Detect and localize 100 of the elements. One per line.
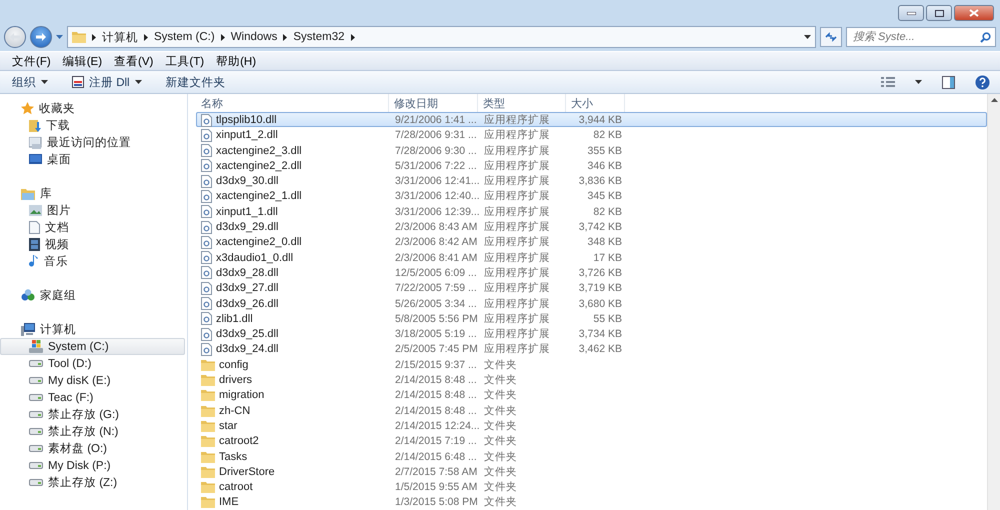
preview-pane-icon[interactable]: [942, 76, 955, 88]
breadcrumb[interactable]: Windows: [230, 31, 278, 43]
computer-icon: [21, 323, 35, 336]
file-row[interactable]: zlib1.dll 5/8/2005 5:56 PM 应用程序扩展 55 KB: [196, 310, 987, 326]
size-cell-text: 82 KB: [592, 129, 623, 142]
sidebar-item[interactable]: 库: [0, 185, 185, 202]
file-gear-icon: [201, 128, 212, 142]
size-cell-text: 355 KB: [586, 144, 623, 157]
caret-icon: [134, 80, 142, 84]
type-cell-text: 文件夹: [483, 464, 518, 479]
date-cell-text: 2/14/2015 8:48 ...: [394, 389, 478, 402]
file-row[interactable]: d3dx9_27.dll 7/22/2005 7:59 ... 应用程序扩展 3,719 KB: [196, 280, 987, 296]
file-row[interactable]: d3dx9_25.dll 3/18/2005 5:19 ... 应用程序扩展 3,734 KB: [196, 326, 987, 342]
file-row[interactable]: config 2/15/2015 9:37 ... 文件夹: [196, 356, 987, 372]
file-row[interactable]: d3dx9_28.dll 12/5/2005 6:09 ... 应用程序扩展 3,726 KB: [196, 264, 987, 280]
music-note-icon: [29, 255, 39, 268]
file-row[interactable]: xactengine2_2.dll 5/31/2006 7:22 ... 应用程序扩展 346 KB: [196, 158, 987, 174]
back-button[interactable]: [4, 26, 26, 48]
size-cell-text: 3,726 KB: [578, 266, 623, 279]
help-icon[interactable]: [975, 74, 990, 90]
sidebar-item[interactable]: 视频: [0, 236, 185, 253]
forward-button[interactable]: [30, 26, 52, 48]
address-bar[interactable]: 计算机 System (C:) Windows System32: [67, 26, 816, 48]
sidebar-item[interactable]: 禁止存放 (Z:): [0, 474, 185, 491]
sidebar-item[interactable]: 桌面: [0, 151, 185, 168]
file-row[interactable]: migration 2/14/2015 8:48 ... 文件夹: [196, 387, 987, 403]
sidebar-item[interactable]: 图片: [0, 202, 185, 219]
file-row[interactable]: xactengine2_1.dll 3/31/2006 12:40... 应用程序扩展 345 KB: [196, 188, 987, 204]
menu-item[interactable]: 查看(V): [108, 54, 160, 68]
homegroup-icon: [21, 289, 35, 302]
breadcrumb[interactable]: 计算机: [102, 30, 138, 44]
breadcrumb[interactable]: System (C:): [154, 31, 215, 43]
file-row[interactable]: zh-CN 2/14/2015 8:48 ... 文件夹: [196, 402, 987, 418]
close-button[interactable]: [954, 5, 994, 21]
file-row[interactable]: x3daudio1_0.dll 2/3/2006 8:41 AM 应用程序扩展 17 KB: [196, 250, 987, 265]
size-cell-text: 346 KB: [586, 160, 623, 172]
file-row[interactable]: star 2/14/2015 12:24... 文件夹: [196, 418, 987, 434]
file-row[interactable]: catroot2 2/14/2015 7:19 ... 文件夹: [196, 433, 987, 449]
file-name: xactengine2_2.dll: [216, 160, 302, 172]
file-name: d3dx9_26.dll: [216, 298, 278, 310]
sidebar-item[interactable]: 禁止存放 (N:): [0, 423, 185, 440]
search-icon: [980, 32, 991, 42]
sidebar-item[interactable]: 音乐: [0, 253, 185, 270]
sidebar-item[interactable]: My Disk (P:): [0, 457, 185, 474]
file-row[interactable]: d3dx9_30.dll 3/31/2006 12:41... 应用程序扩展 3,836 KB: [196, 173, 987, 188]
size-cell-text: 348 KB: [586, 236, 623, 248]
refresh-button[interactable]: [820, 27, 842, 47]
file-gear-icon: [201, 282, 212, 295]
type-cell-text: 文件夹: [483, 373, 518, 388]
maximize-button[interactable]: [926, 5, 952, 21]
sidebar-item[interactable]: 收藏夹: [0, 100, 185, 117]
view-list-icon[interactable]: [881, 76, 895, 88]
menu-item[interactable]: 文件(F): [6, 54, 57, 68]
sidebar-item[interactable]: Teac (F:): [0, 389, 185, 406]
file-row[interactable]: DriverStore 2/7/2015 7:58 AM 文件夹: [196, 464, 987, 480]
type-cell-text: 应用程序扩展: [483, 266, 551, 280]
file-row[interactable]: xactengine2_3.dll 7/28/2006 9:30 ... 应用程序扩展 355 KB: [196, 142, 987, 158]
menu-item[interactable]: 工具(T): [159, 54, 210, 68]
file-row[interactable]: catroot 1/5/2015 9:55 AM 文件夹: [196, 479, 987, 494]
breadcrumb[interactable]: System32: [293, 31, 344, 43]
chevron-icon: [92, 34, 96, 40]
file-row[interactable]: drivers 2/14/2015 8:48 ... 文件夹: [196, 372, 987, 388]
minimize-icon: [906, 12, 916, 14]
sidebar-item[interactable]: 最近访问的位置: [0, 134, 185, 151]
type-cell-text: 文件夹: [483, 495, 518, 510]
date-cell-text: 1/5/2015 9:55 AM: [394, 481, 478, 494]
sidebar-item[interactable]: 家庭组: [0, 287, 185, 304]
menu-item[interactable]: 帮助(H): [210, 54, 262, 68]
size-cell-text: 82 KB: [592, 206, 623, 218]
file-row[interactable]: d3dx9_29.dll 2/3/2006 8:43 AM 应用程序扩展 3,742 KB: [196, 219, 987, 234]
sidebar-item[interactable]: System (C:): [0, 338, 185, 355]
file-row[interactable]: IME 1/3/2015 5:08 PM 文件夹: [196, 494, 987, 510]
file-row[interactable]: xinput1_1.dll 3/31/2006 12:39... 应用程序扩展 82 KB: [196, 204, 987, 220]
menu-item[interactable]: 编辑(E): [56, 54, 108, 68]
size-cell-text: 3,462 KB: [578, 343, 623, 356]
sidebar-item[interactable]: 素材盘 (O:): [0, 440, 185, 457]
file-row[interactable]: d3dx9_26.dll 5/26/2005 3:34 ... 应用程序扩展 3,680 KB: [196, 296, 987, 311]
sidebar-item[interactable]: 文档: [0, 219, 185, 236]
sidebar-item[interactable]: 计算机: [0, 321, 185, 338]
scrollbar[interactable]: [987, 94, 1000, 510]
sidebar-item[interactable]: My disK (E:): [0, 372, 185, 389]
file-row[interactable]: Tasks 2/14/2015 6:48 ... 文件夹: [196, 448, 987, 464]
minimize-button[interactable]: [898, 5, 924, 21]
sidebar-item[interactable]: 禁止存放 (G:): [0, 406, 185, 423]
toolbar-button[interactable]: 注册 Dll: [70, 74, 144, 90]
search-field[interactable]: 搜索 Syste...: [846, 27, 996, 47]
toolbar-button[interactable]: 组织: [10, 74, 50, 90]
toolbar-button[interactable]: 新建文件夹: [164, 74, 228, 90]
date-cell-text: 9/21/2006 1:41 ...: [394, 114, 478, 126]
file-row[interactable]: tlpsplib10.dll 9/21/2006 1:41 ... 应用程序扩展 3,944 KB: [196, 112, 987, 128]
type-cell-text: 文件夹: [483, 434, 518, 448]
folder-icon: [201, 389, 215, 402]
size-cell-text: 3,742 KB: [578, 221, 623, 234]
file-row[interactable]: xactengine2_0.dll 2/3/2006 8:42 AM 应用程序扩展 348 KB: [196, 234, 987, 250]
type-cell-text: 文件夹: [483, 450, 518, 464]
file-row[interactable]: d3dx9_24.dll 2/5/2005 7:45 PM 应用程序扩展 3,462 KB: [196, 341, 987, 357]
file-row[interactable]: xinput1_2.dll 7/28/2006 9:31 ... 应用程序扩展 82 KB: [196, 127, 987, 143]
sidebar-item[interactable]: Tool (D:): [0, 355, 185, 372]
sidebar-item[interactable]: 下载: [0, 117, 185, 134]
file-name: DriverStore: [219, 466, 275, 478]
